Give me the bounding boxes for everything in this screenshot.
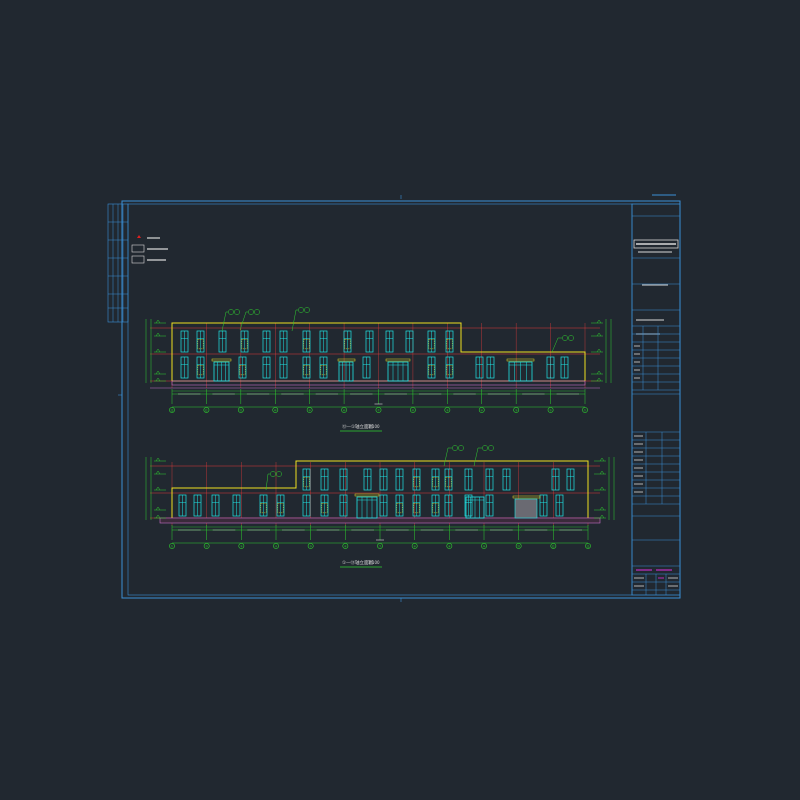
axis-label: ④: [480, 409, 483, 413]
canopy: [385, 358, 411, 362]
axis-label: ⑪: [517, 544, 520, 549]
axis-label: ⑤: [309, 545, 312, 549]
axis-label: ⑦: [379, 545, 382, 549]
level-marker: [155, 457, 161, 462]
title-block-frame: [631, 203, 681, 596]
callout-leader: [551, 337, 559, 353]
callout-leader: [473, 447, 479, 467]
canopy: [506, 358, 535, 362]
elevation-a: ⑬ ⑫ ⑪ ⑩ ⑨ ⑧ ⑦ ⑥ ⑤ ④ ③ ② ①: [145, 307, 612, 413]
outer-frame: [121, 200, 681, 599]
callout-bubble: [298, 307, 304, 313]
level-marker: [155, 319, 161, 324]
axis-label: ⑬: [170, 408, 173, 413]
legend: [131, 235, 168, 264]
level-marker: [155, 332, 161, 337]
axis-label: ②: [205, 545, 208, 549]
axis-label: ①: [584, 409, 587, 413]
axis-label: ⑥: [412, 409, 415, 413]
elevation-b-title: ①—⑬轴立面图 1:100: [340, 559, 382, 568]
level-marker: [596, 319, 602, 324]
axis-label: ⑨: [448, 545, 451, 549]
callout-bubble: [270, 471, 276, 477]
callout-leader: [443, 447, 449, 467]
axis-label: ⑥: [344, 545, 347, 549]
axis-label: ⑤: [446, 409, 449, 413]
axis-label: ⑦: [377, 409, 380, 413]
level-marker: [596, 348, 602, 353]
axis-label: ③: [515, 409, 518, 413]
callout-bubble: [488, 445, 494, 451]
elevation-b: ① ② ③ ④ ⑤ ⑥ ⑦ ⑧ ⑨ ⑩ ⑪ ⑫ ⑬: [145, 445, 615, 549]
garage-door: [514, 498, 538, 519]
legend-marker-icon: [137, 235, 141, 238]
axis-label: ⑧: [413, 545, 416, 549]
callout-bubble: [228, 309, 234, 315]
revision-strip: [107, 203, 129, 323]
axis-label: ⑩: [483, 545, 486, 549]
drawing-sheet: [118, 194, 681, 602]
level-marker: [599, 506, 605, 511]
axis-label: ③: [240, 545, 243, 549]
level-marker: [155, 348, 161, 353]
level-marker: [155, 514, 161, 519]
callout-bubble: [458, 445, 464, 451]
axis-label: ⑪: [239, 408, 242, 413]
callout-bubble: [276, 471, 282, 477]
callout-bubble: [234, 309, 240, 315]
level-marker: [599, 486, 605, 491]
callout-bubble: [562, 335, 568, 341]
level-marker: [155, 370, 161, 375]
callout-bubble: [248, 309, 254, 315]
level-marker: [599, 457, 605, 462]
axis-label: ⑩: [274, 409, 277, 413]
axis-label: ②: [549, 409, 552, 413]
axis-label: ⑧: [343, 409, 346, 413]
callout-bubble: [452, 445, 458, 451]
callout-bubble: [568, 335, 574, 341]
callout-bubble: [254, 309, 260, 315]
level-marker: [155, 377, 161, 382]
level-marker: [596, 370, 602, 375]
axis-label: ⑫: [552, 544, 555, 549]
level-marker: [596, 332, 602, 337]
plinth: [159, 517, 601, 524]
level-marker: [155, 470, 161, 475]
elevation-b-scale-text: 1:100: [368, 560, 380, 565]
legend-swatch-2: [131, 255, 145, 264]
callout-bubble: [304, 307, 310, 313]
legend-swatch-1: [131, 244, 145, 253]
elevation-a-title: ⑬—①轴立面图 1:100: [340, 423, 382, 432]
axis-label: ⑫: [205, 408, 208, 413]
axis-label: ①: [171, 545, 174, 549]
canopy: [211, 358, 232, 362]
axis-label: ⑨: [308, 409, 311, 413]
axis-label: ④: [275, 545, 278, 549]
canopy: [512, 495, 541, 499]
level-marker: [599, 470, 605, 475]
callout-leader: [239, 311, 247, 331]
callout-bubble: [482, 445, 488, 451]
canopy: [337, 358, 356, 362]
level-marker: [155, 486, 161, 491]
elevation-a-scale-text: 1:100: [368, 424, 380, 429]
cad-drawing-canvas: ⑬ ⑫ ⑪ ⑩ ⑨ ⑧ ⑦ ⑥ ⑤ ④ ③ ② ① ① ② ③ ④ ⑤ ⑥ ⑦ ⑧ ⑨ ⑩ ⑪ ⑫ ⑬ ⑬—①轴立面图 1:10…: [107, 194, 681, 602]
level-marker: [599, 514, 605, 519]
level-marker: [596, 377, 602, 382]
level-marker: [155, 506, 161, 511]
title-block: [631, 203, 681, 596]
canopy: [354, 493, 380, 497]
axis-label: ⑬: [586, 544, 589, 549]
